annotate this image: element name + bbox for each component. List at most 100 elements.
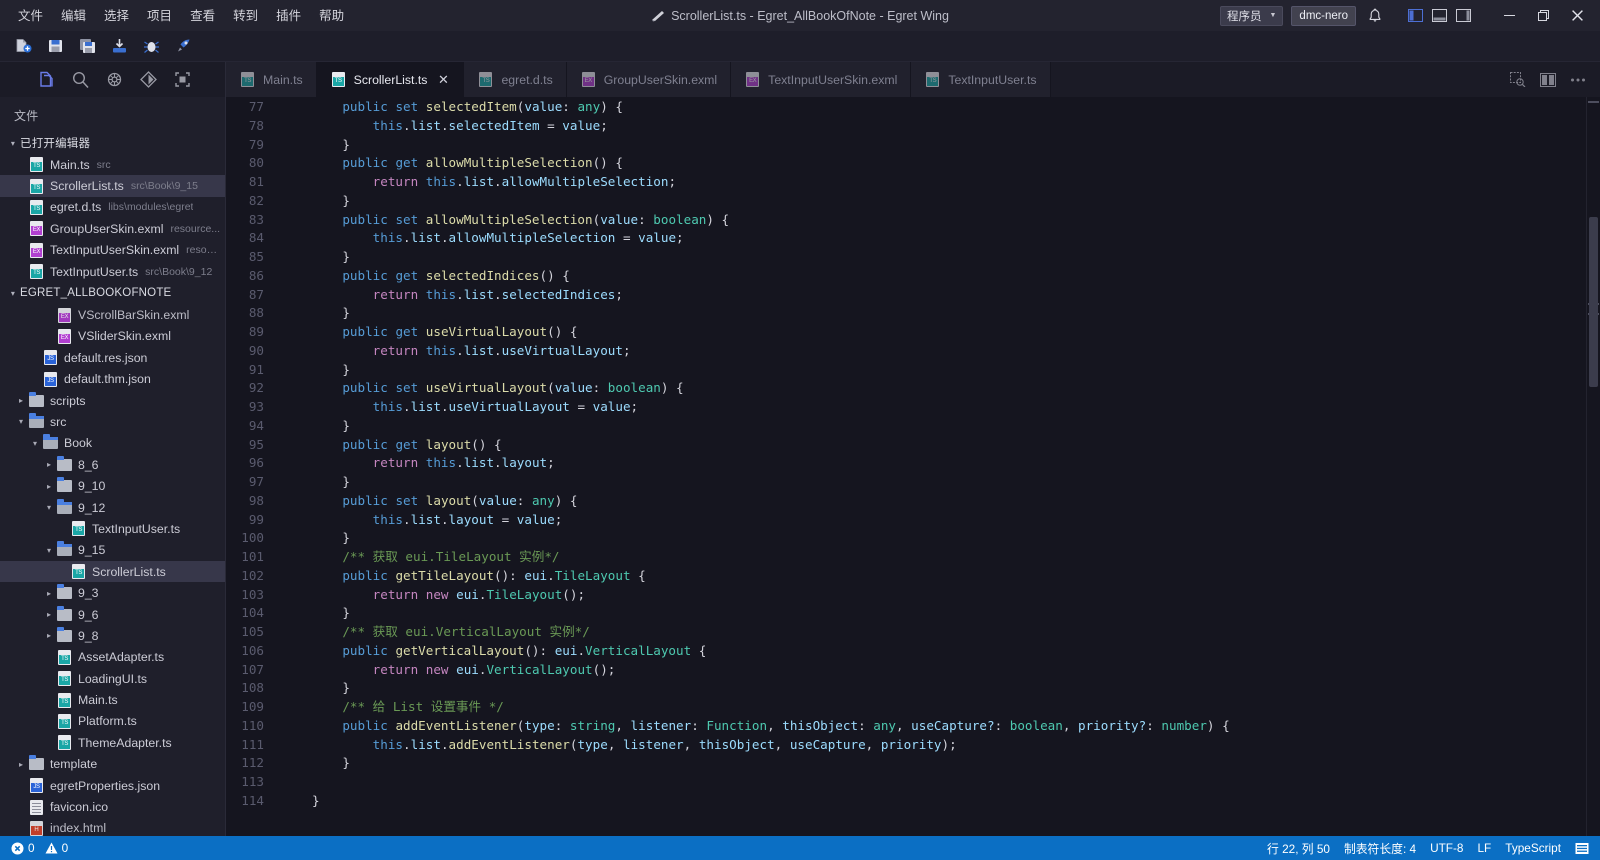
sidebar-scroll-area[interactable]: ▾ 已打开编辑器 Main.ts src ScrollerList.ts src\Bo… [0,132,225,836]
tree-platform-ts[interactable]: Platform.ts [0,711,225,732]
code-text[interactable]: public set selectedItem(value: any) { [278,98,1586,117]
code-text[interactable]: } [278,136,1586,155]
close-icon[interactable]: ✕ [436,72,450,88]
split-panel-icon[interactable] [1534,65,1562,95]
code-text[interactable]: } [278,361,1586,380]
tree-src[interactable]: ▾ src [0,411,225,432]
code-text[interactable]: return new eui.VerticalLayout(); [278,661,1586,680]
code-text[interactable]: } [278,248,1586,267]
save-button[interactable] [40,33,70,59]
toggle-sidebar-icon[interactable] [1404,5,1426,27]
activity-explorer[interactable] [32,66,60,94]
code-scroll-region[interactable]: 77 public set selectedItem(value: any) {… [226,97,1586,836]
bell-icon[interactable] [1364,5,1386,27]
tree-favicon-ico[interactable]: favicon.ico [0,796,225,817]
code-editor[interactable]: 77 public set selectedItem(value: any) {… [226,97,1600,836]
tab-textinputuser-ts[interactable]: TextInputUser.ts [911,62,1051,97]
code-text[interactable]: } [278,679,1586,698]
tab-groupuserskin-exml[interactable]: GroupUserSkin.exml [566,62,732,97]
tab-textinputuserskin-exml[interactable]: TextInputUserSkin.exml [731,62,912,97]
tree-main-ts[interactable]: Main.ts [0,689,225,710]
open-editor-scrollerlist-ts[interactable]: ScrollerList.ts src\Book\9_15 [0,175,225,197]
code-text[interactable]: } [278,473,1586,492]
status-indentation[interactable]: 制表符长度: 4 [1337,836,1423,860]
chevron-down-icon[interactable]: ▾ [28,439,42,448]
code-text[interactable]: return this.list.selectedIndices; [278,286,1586,305]
code-text[interactable]: public getTileLayout(): eui.TileLayout { [278,567,1586,586]
code-text[interactable]: } [278,304,1586,323]
toggle-secondary-sidebar-icon[interactable] [1452,5,1474,27]
tree-index-html[interactable]: index.html [0,818,225,836]
editor-vertical-scrollbar[interactable] [1586,97,1600,836]
code-text[interactable]: public set useVirtualLayout(value: boole… [278,379,1586,398]
code-text[interactable]: return this.list.layout; [278,454,1586,473]
minimize-button[interactable] [1492,0,1526,31]
menu-file[interactable]: 文件 [10,5,51,27]
open-editor-egret-d-ts[interactable]: egret.d.ts libs\modules\egret [0,197,225,218]
code-text[interactable]: } [278,792,1586,811]
activity-search[interactable] [66,66,94,94]
rocket-icon[interactable] [168,33,198,59]
menu-help[interactable]: 帮助 [311,5,352,27]
tree-9-10[interactable]: ▸ 9_10 [0,475,225,496]
code-text[interactable]: this.list.allowMultipleSelection = value… [278,229,1586,248]
tree-themeadapter-ts[interactable]: ThemeAdapter.ts [0,732,225,753]
tree-scripts[interactable]: ▸ scripts [0,390,225,411]
tree-9-12[interactable]: ▾ 9_12 [0,497,225,518]
open-editor-textinputuserskin-exml[interactable]: TextInputUserSkin.exml resou... [0,240,225,261]
status-encoding[interactable]: UTF-8 [1423,836,1470,860]
chevron-down-icon[interactable]: ▾ [42,503,56,512]
tree-assetadapter-ts[interactable]: AssetAdapter.ts [0,647,225,668]
code-text[interactable]: this.list.layout = value; [278,511,1586,530]
chevron-right-icon[interactable]: ▸ [14,760,28,769]
menu-selection[interactable]: 选择 [96,5,137,27]
code-text[interactable]: public set allowMultipleSelection(value:… [278,211,1586,230]
status-eol[interactable]: LF [1470,836,1498,860]
tree-default-res-json[interactable]: default.res.json [0,347,225,368]
tree-9-15[interactable]: ▾ 9_15 [0,540,225,561]
tree-9-8[interactable]: ▸ 9_8 [0,625,225,646]
open-editor-textinputuser-ts[interactable]: TextInputUser.ts src\Book\9_12 [0,261,225,282]
status-language-mode[interactable]: TypeScript [1498,836,1568,860]
tree-8-6[interactable]: ▸ 8_6 [0,454,225,475]
bug-icon[interactable] [136,33,166,59]
code-text[interactable]: public set layout(value: any) { [278,492,1586,511]
tree-default-thm-json[interactable]: default.thm.json [0,369,225,390]
publish-button[interactable] [104,33,134,59]
maximize-button[interactable] [1526,0,1560,31]
tree-9-3[interactable]: ▸ 9_3 [0,582,225,603]
status-cursor-position[interactable]: 行 22, 列 50 [1260,836,1337,860]
menu-view[interactable]: 查看 [182,5,223,27]
project-section-header[interactable]: ▾ EGRET_ALLBOOKOFNOTE [0,282,225,304]
chevron-down-icon[interactable]: ▾ [14,417,28,426]
code-text[interactable]: } [278,529,1586,548]
close-button[interactable] [1560,0,1594,31]
ellipsis-icon[interactable] [1564,65,1592,95]
activity-scm[interactable] [134,66,162,94]
code-text[interactable]: public addEventListener(type: string, li… [278,717,1586,736]
tab-egret-d-ts[interactable]: egret.d.ts [464,62,567,97]
code-text[interactable]: } [278,417,1586,436]
open-editor-groupuserskin-exml[interactable]: GroupUserSkin.exml resource... [0,218,225,239]
chevron-right-icon[interactable]: ▸ [42,460,56,469]
tree-egretproperties-json[interactable]: egretProperties.json [0,775,225,796]
chevron-right-icon[interactable]: ▸ [42,482,56,491]
toggle-panel-icon[interactable] [1428,5,1450,27]
tree-book[interactable]: ▾ Book [0,433,225,454]
chevron-right-icon[interactable]: ▸ [42,589,56,598]
code-text[interactable]: this.list.addEventListener(type, listene… [278,736,1586,755]
code-text[interactable]: public get selectedIndices() { [278,267,1586,286]
feedback-icon[interactable] [1568,836,1596,860]
activity-extensions[interactable] [168,66,196,94]
code-text[interactable] [278,773,1586,792]
tab-scrollerlist-ts[interactable]: ScrollerList.ts ✕ [316,62,465,97]
tree-9-6[interactable]: ▸ 9_6 [0,604,225,625]
open-editor-main-ts[interactable]: Main.ts src [0,154,225,175]
tree-textinputuser-ts[interactable]: TextInputUser.ts [0,518,225,539]
chevron-right-icon[interactable]: ▸ [42,610,56,619]
chevron-down-icon[interactable]: ▾ [42,546,56,555]
tree-template[interactable]: ▸ template [0,754,225,775]
code-text[interactable]: return this.list.useVirtualLayout; [278,342,1586,361]
activity-debug[interactable] [100,66,128,94]
tree-vscrollbarskin-exml[interactable]: VScrollBarSkin.exml [0,304,225,325]
